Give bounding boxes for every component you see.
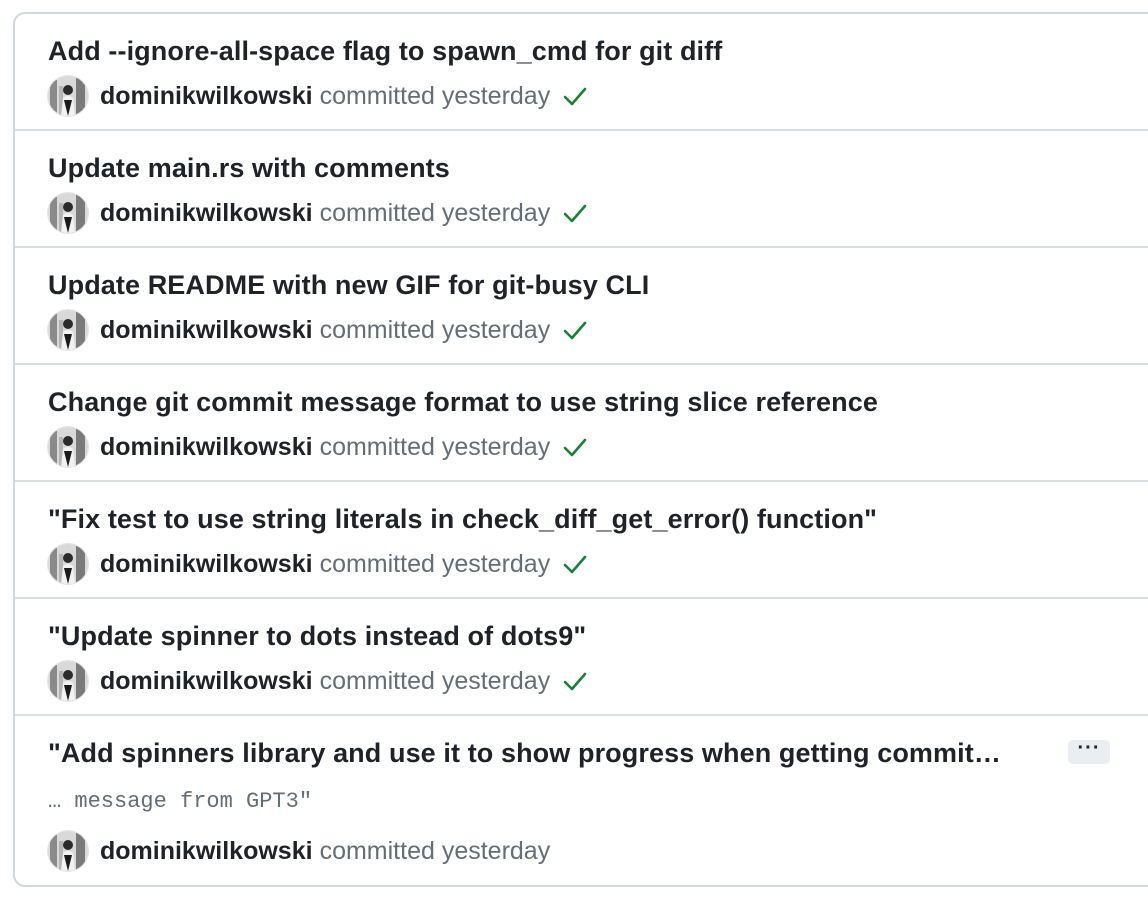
avatar[interactable] xyxy=(48,310,88,350)
avatar[interactable] xyxy=(48,76,88,116)
avatar[interactable] xyxy=(48,544,88,584)
author-link[interactable]: dominikwilkowski xyxy=(100,433,313,462)
check-icon[interactable] xyxy=(562,317,588,343)
author-link[interactable]: dominikwilkowski xyxy=(100,316,313,345)
author-link[interactable]: dominikwilkowski xyxy=(100,837,313,866)
commit-title-link[interactable]: Update README with new GIF for git-busy … xyxy=(48,270,649,301)
commit-time: committed yesterday xyxy=(319,198,551,227)
author-link[interactable]: dominikwilkowski xyxy=(100,199,313,228)
author-link[interactable]: dominikwilkowski xyxy=(100,550,313,579)
commit-time: committed yesterday xyxy=(319,836,551,865)
author-link[interactable]: dominikwilkowski xyxy=(100,667,313,696)
commit-meta: dominikwilkowski committed yesterday xyxy=(48,76,588,116)
commit-list: Add --ignore-all-space flag to spawn_cmd… xyxy=(13,12,1148,887)
avatar[interactable] xyxy=(48,193,88,233)
commit-title-link[interactable]: "Fix test to use string literals in chec… xyxy=(48,504,877,535)
commit-row: "Update spinner to dots instead of dots9… xyxy=(15,599,1148,716)
commit-row: "Fix test to use string literals in chec… xyxy=(15,482,1148,599)
avatar[interactable] xyxy=(48,831,88,871)
avatar[interactable] xyxy=(48,661,88,701)
commit-title-link[interactable]: Change git commit message format to use … xyxy=(48,387,878,418)
commit-time: committed yesterday xyxy=(319,315,551,344)
check-icon[interactable] xyxy=(562,200,588,226)
commit-row: Change git commit message format to use … xyxy=(15,365,1148,482)
expand-commit-message-button[interactable]: ··· xyxy=(1068,737,1110,764)
check-icon[interactable] xyxy=(562,668,588,694)
commit-title-link[interactable]: "Update spinner to dots instead of dots9… xyxy=(48,621,586,652)
check-icon[interactable] xyxy=(562,551,588,577)
commit-meta: dominikwilkowski committed yesterday xyxy=(48,427,588,467)
ellipsis-label: ··· xyxy=(1077,737,1101,759)
commit-row: Update main.rs with comments dominikwilk… xyxy=(15,131,1148,248)
commit-meta: dominikwilkowski committed yesterday xyxy=(48,193,588,233)
check-icon[interactable] xyxy=(562,83,588,109)
commit-title-link[interactable]: Update main.rs with comments xyxy=(48,153,450,184)
commit-title-link[interactable]: Add --ignore-all-space flag to spawn_cmd… xyxy=(48,36,722,67)
commit-message-body: … message from GPT3" xyxy=(48,789,313,814)
commit-time: committed yesterday xyxy=(319,432,551,461)
commit-row: Update README with new GIF for git-busy … xyxy=(15,248,1148,365)
commit-time: committed yesterday xyxy=(319,666,551,695)
commit-meta: dominikwilkowski committed yesterday xyxy=(48,544,588,584)
commit-row: Add --ignore-all-space flag to spawn_cmd… xyxy=(15,14,1148,131)
commit-meta: dominikwilkowski committed yesterday xyxy=(48,831,550,871)
commit-meta: dominikwilkowski committed yesterday xyxy=(48,310,588,350)
commit-time: committed yesterday xyxy=(319,81,551,110)
check-icon[interactable] xyxy=(562,434,588,460)
avatar[interactable] xyxy=(48,427,88,467)
commit-row: "Add spinners library and use it to show… xyxy=(15,716,1148,885)
commit-meta: dominikwilkowski committed yesterday xyxy=(48,661,588,701)
commit-title-link[interactable]: "Add spinners library and use it to show… xyxy=(48,738,1001,769)
author-link[interactable]: dominikwilkowski xyxy=(100,82,313,111)
commit-time: committed yesterday xyxy=(319,549,551,578)
